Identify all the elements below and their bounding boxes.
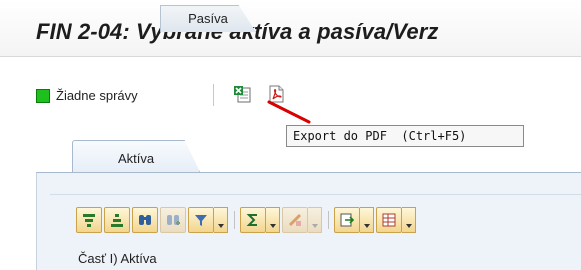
filter-icon: [195, 215, 207, 226]
filter-dropdown[interactable]: [214, 207, 228, 233]
layout-icon: [382, 213, 396, 227]
subtotal-dropdown[interactable]: [308, 207, 322, 233]
chevron-down-icon: [269, 224, 276, 228]
tab-pasiva-label: Pasíva: [188, 11, 228, 26]
status-message-text: Žiadne správy: [56, 88, 138, 103]
subtotal-icon: [288, 213, 302, 227]
tab-aktiva[interactable]: Aktíva: [72, 140, 200, 172]
section-label: Časť I) Aktíva: [78, 251, 157, 266]
chevron-down-icon: [363, 224, 370, 228]
filter-button[interactable]: [188, 207, 214, 233]
toolbar-separator: [328, 211, 329, 229]
find-next-button[interactable]: [160, 207, 186, 233]
sort-descending-button[interactable]: [104, 207, 130, 233]
sum-button[interactable]: [240, 207, 266, 233]
subtotal-button[interactable]: [282, 207, 308, 233]
export-dropdown[interactable]: [360, 207, 374, 233]
export-button[interactable]: [334, 207, 360, 233]
sort-descending-icon: [111, 214, 123, 227]
pointer-arrow-icon: [267, 100, 311, 124]
layout-dropdown[interactable]: [402, 207, 416, 233]
chevron-down-icon: [405, 224, 412, 228]
status-indicator-icon: [36, 88, 50, 103]
status-message: Žiadne správy: [36, 88, 138, 103]
chevron-down-icon: [311, 224, 318, 228]
chevron-down-icon: [217, 224, 224, 228]
toolbar-separator: [234, 211, 235, 229]
find-next-icon: [167, 215, 180, 225]
export-icon: [340, 213, 355, 227]
sort-ascending-icon: [83, 214, 95, 227]
layout-button[interactable]: [376, 207, 402, 233]
export-excel-button[interactable]: [230, 82, 254, 106]
sum-icon: [246, 214, 257, 226]
tooltip: Export do PDF (Ctrl+F5): [286, 125, 524, 147]
sort-ascending-button[interactable]: [76, 207, 102, 233]
sum-dropdown[interactable]: [266, 207, 280, 233]
panel-divider: [50, 194, 581, 195]
tab-aktiva-label: Aktíva: [117, 151, 155, 166]
toolbar-separator: [213, 84, 214, 106]
find-icon: [139, 215, 151, 225]
find-button[interactable]: [132, 207, 158, 233]
export-excel-icon: [234, 86, 251, 103]
